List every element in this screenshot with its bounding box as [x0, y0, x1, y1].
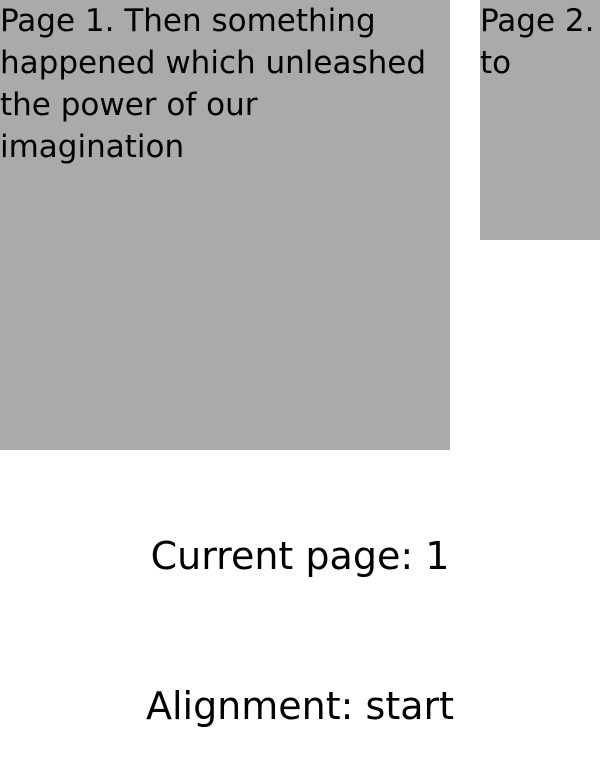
page-card-1[interactable]: Page 1. Then something happened which un… [0, 0, 450, 450]
page-card-1-text: Page 1. Then something happened which un… [0, 3, 427, 165]
current-page-label: Current page: 1 [150, 534, 450, 578]
page-card-2-text: Page 2. We learned to [480, 3, 600, 81]
alignment-label: Alignment: start [145, 684, 455, 728]
pages-carousel[interactable]: Page 1. Then something happened which un… [0, 0, 600, 450]
page-card-2[interactable]: Page 2. We learned to [480, 0, 600, 240]
